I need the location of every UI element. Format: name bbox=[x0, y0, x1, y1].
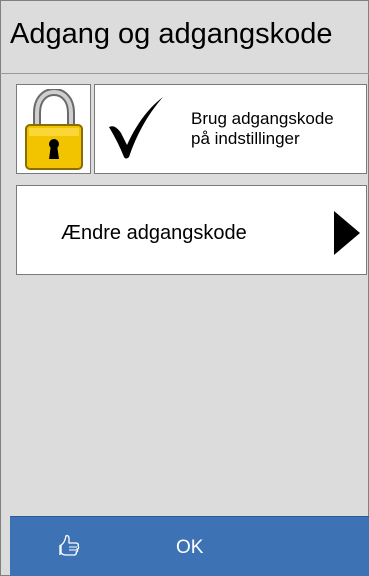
checkmark-icon bbox=[109, 97, 163, 159]
arrow-right-icon bbox=[334, 211, 360, 255]
ok-label: OK bbox=[176, 537, 204, 558]
lock-button[interactable] bbox=[16, 84, 91, 174]
ok-button[interactable]: OK bbox=[10, 516, 369, 576]
use-password-label-line2: på indstillinger bbox=[191, 129, 300, 148]
padlock-icon bbox=[25, 89, 83, 170]
title-divider bbox=[0, 73, 369, 74]
page-title: Adgang og adgangskode bbox=[10, 18, 333, 50]
thumbs-up-icon bbox=[59, 534, 80, 556]
use-password-label-line1: Brug adgangskode bbox=[191, 109, 334, 128]
use-password-label: Brug adgangskode på indstillinger bbox=[191, 109, 366, 149]
use-password-toggle[interactable]: Brug adgangskode på indstillinger bbox=[94, 84, 367, 174]
change-password-label: Ændre adgangskode bbox=[61, 222, 247, 244]
change-password-button[interactable]: Ændre adgangskode bbox=[16, 185, 367, 275]
